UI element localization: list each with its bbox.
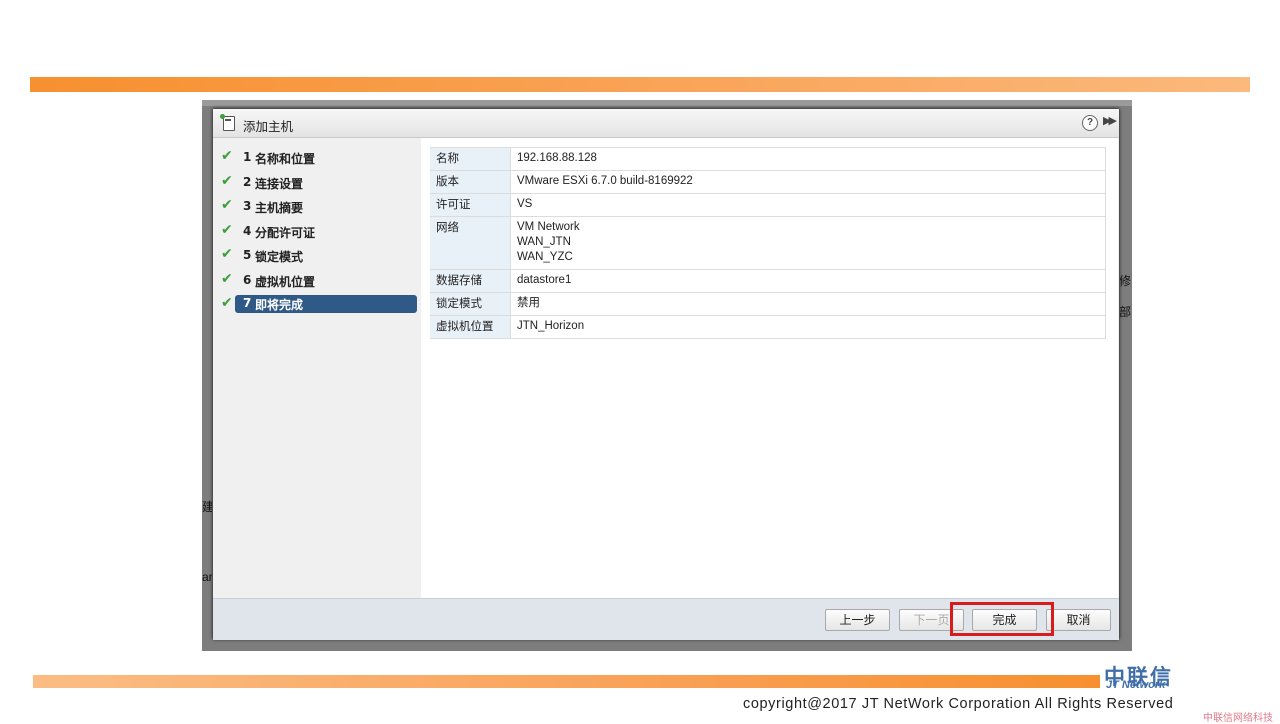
step-number: 2 (243, 175, 252, 189)
slide-bottom-bar (33, 675, 1100, 688)
summary-value: JTN_Horizon (510, 315, 1106, 339)
step-number: 6 (243, 273, 252, 287)
step-label: 连接设置 (255, 177, 304, 191)
bg-fragment: 修 (1119, 274, 1132, 288)
check-icon: ✔ (221, 197, 233, 213)
summary-value: datastore1 (510, 269, 1106, 293)
table-row: 版本 VMware ESXi 6.7.0 build-8169922 (430, 170, 1106, 194)
step-label: 名称和位置 (255, 152, 316, 166)
help-icon[interactable]: ? (1082, 115, 1098, 131)
step-number: 1 (243, 150, 252, 164)
summary-key: 数据存储 (430, 269, 511, 293)
step-number: 3 (243, 199, 252, 213)
table-row: 网络 VM Network WAN_JTN WAN_YZC (430, 216, 1106, 270)
step-lockdown[interactable]: 5 锁定模式 (235, 247, 417, 265)
bg-fragment: 部 (1119, 305, 1132, 319)
table-row: 数据存储 datastore1 (430, 269, 1106, 293)
check-icon: ✔ (221, 173, 233, 189)
step-label: 主机摘要 (255, 201, 304, 215)
step-label: 虚拟机位置 (255, 275, 316, 289)
add-host-icon (220, 114, 235, 131)
logo-text-en: JT Network (1106, 679, 1166, 691)
network-item: WAN_YZC (517, 251, 573, 263)
company-logo: 中联信 JT Network (1104, 661, 1204, 691)
check-icon: ✔ (221, 246, 233, 262)
expand-icon[interactable]: ▶▶ (1103, 114, 1117, 127)
step-vm-location[interactable]: 6 虚拟机位置 (235, 272, 417, 290)
wizard-steps: ✔ 1 名称和位置 ✔ 2 连接设置 ✔ 3 主机摘要 ✔ 4 分配许可证 ✔ … (213, 138, 421, 598)
table-row: 虚拟机位置 JTN_Horizon (430, 315, 1106, 339)
summary-key: 虚拟机位置 (430, 315, 511, 339)
check-icon: ✔ (221, 148, 233, 164)
watermark: 中联信网络科技 (1203, 713, 1273, 724)
cancel-button[interactable]: 取消 (1046, 609, 1111, 631)
check-icon: ✔ (221, 271, 233, 287)
step-ready-to-complete[interactable]: 7 即将完成 (235, 295, 417, 313)
slide-top-bar (30, 77, 1250, 92)
step-label: 即将完成 (255, 298, 304, 312)
summary-key: 锁定模式 (430, 292, 511, 316)
dialog-title: 添加主机 (243, 119, 294, 134)
step-connection[interactable]: 2 连接设置 (235, 174, 417, 192)
summary-value: 禁用 (510, 292, 1106, 316)
summary-value: VM Network WAN_JTN WAN_YZC (510, 216, 1106, 270)
summary-panel: 名称 192.168.88.128 版本 VMware ESXi 6.7.0 b… (421, 138, 1118, 598)
summary-table: 名称 192.168.88.128 版本 VMware ESXi 6.7.0 b… (430, 147, 1106, 339)
summary-key: 名称 (430, 147, 511, 171)
step-name-location[interactable]: 1 名称和位置 (235, 149, 417, 167)
network-item: WAN_JTN (517, 236, 571, 248)
finish-highlight-box (950, 602, 1054, 636)
step-number: 7 (243, 296, 252, 310)
step-label: 锁定模式 (255, 250, 304, 264)
summary-key: 许可证 (430, 193, 511, 217)
add-host-dialog: 添加主机 ? ▶▶ ✔ 1 名称和位置 ✔ 2 连接设置 ✔ 3 主机摘要 ✔ … (212, 108, 1120, 640)
check-icon: ✔ (221, 295, 233, 311)
summary-value: 192.168.88.128 (510, 147, 1106, 171)
step-label: 分配许可证 (255, 226, 316, 240)
step-host-summary[interactable]: 3 主机摘要 (235, 198, 417, 216)
step-license[interactable]: 4 分配许可证 (235, 223, 417, 241)
table-row: 锁定模式 禁用 (430, 292, 1106, 316)
dialog-header: 添加主机 ? ▶▶ (213, 109, 1119, 138)
back-button[interactable]: 上一步 (825, 609, 890, 631)
dialog-footer: 上一步 下一页 完成 取消 (213, 598, 1119, 640)
table-row: 许可证 VS (430, 193, 1106, 217)
network-item: VM Network (517, 221, 580, 233)
summary-value: VMware ESXi 6.7.0 build-8169922 (510, 170, 1106, 194)
step-number: 4 (243, 224, 252, 238)
bg-app-strip (202, 100, 1132, 106)
table-row: 名称 192.168.88.128 (430, 147, 1106, 171)
summary-key: 网络 (430, 216, 511, 270)
step-number: 5 (243, 248, 252, 262)
copyright-text: copyright@2017 JT NetWork Corporation Al… (743, 696, 1174, 712)
check-icon: ✔ (221, 222, 233, 238)
summary-key: 版本 (430, 170, 511, 194)
summary-value: VS (510, 193, 1106, 217)
screenshot-area: 修 部 建 ar 添加主机 ? ▶▶ ✔ 1 名称和位置 ✔ 2 连接设置 ✔ … (202, 100, 1132, 651)
